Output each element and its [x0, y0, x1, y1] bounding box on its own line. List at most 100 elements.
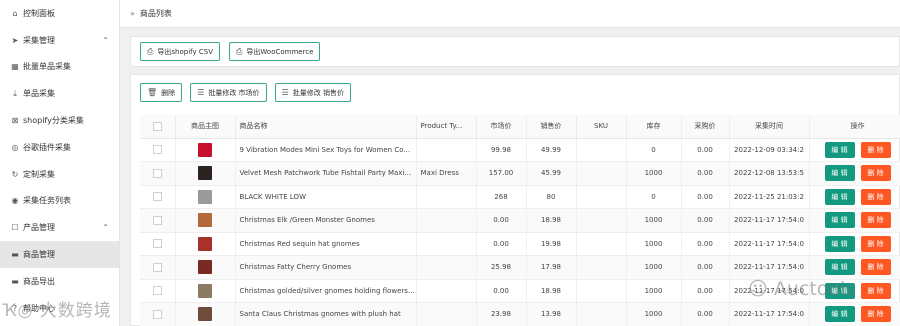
- edit-button[interactable]: 编 辑: [824, 306, 855, 323]
- page-title: 商品列表: [139, 9, 172, 18]
- puzzle-icon: ⊠: [11, 116, 19, 126]
- table-row: 9 Vibration Modes Mini Sex Toys for Wome…: [140, 138, 900, 162]
- row-checkbox[interactable]: [152, 286, 162, 296]
- market-price: 25.98: [476, 255, 527, 280]
- sidebar-item-product[interactable]: ☐ 产品管理 ⌃: [0, 214, 119, 241]
- cost-price: 0.00: [681, 138, 730, 162]
- select-all-checkbox[interactable]: [152, 121, 162, 131]
- row-select-cell[interactable]: [140, 161, 176, 186]
- row-select-cell[interactable]: [140, 302, 176, 326]
- row-select-cell[interactable]: [140, 255, 176, 280]
- sidebar-item-custom[interactable]: ↻ 定制采集: [0, 161, 119, 188]
- export-shopify-csv-button[interactable]: ⎙ 导出shopify CSV: [140, 42, 220, 61]
- product-name: Velvet Mesh Patchwork Tube Fishtail Part…: [235, 161, 417, 186]
- row-checkbox[interactable]: [152, 168, 162, 178]
- select-all-cell[interactable]: [140, 115, 176, 139]
- sidebar-item-help[interactable]: ? 帮助中心: [0, 295, 119, 322]
- edit-button[interactable]: 编 辑: [824, 259, 855, 276]
- row-checkbox[interactable]: [152, 192, 162, 202]
- batch-edit-sale-price-button[interactable]: ☰ 批量修改 销售价: [274, 83, 351, 102]
- product-thumbnail[interactable]: [198, 283, 212, 298]
- delete-button[interactable]: 🗑 删除: [140, 83, 183, 102]
- row-select-cell[interactable]: [140, 232, 176, 256]
- delete-label: 删除: [161, 88, 176, 97]
- table-row: Christmas Red sequin hat gnomes 0.00 19.98…: [140, 232, 900, 256]
- delete-row-button[interactable]: 删 除: [860, 188, 891, 205]
- stock: 0: [626, 138, 682, 162]
- column-header-market-price: 市场价: [476, 115, 527, 139]
- sidebar-item-download[interactable]: ⤓ 单品采集: [0, 80, 119, 107]
- product-image-cell: [175, 302, 236, 326]
- export-icon: ⎙: [236, 46, 243, 56]
- sidebar-item-send[interactable]: ➤ 采集管理 ⌃: [0, 27, 119, 54]
- stock: 1000: [626, 232, 682, 256]
- product-thumbnail[interactable]: [198, 236, 212, 251]
- row-select-cell[interactable]: [140, 208, 176, 233]
- sidebar-item-label: 单品采集: [23, 89, 55, 99]
- sidebar-item-chrome[interactable]: ◎ 谷歌插件采集: [0, 134, 119, 161]
- market-price: 23.98: [476, 302, 527, 326]
- product-name: BLACK WHITE LOW: [235, 185, 417, 209]
- product-thumbnail[interactable]: [198, 166, 212, 181]
- product-thumbnail[interactable]: [198, 307, 212, 322]
- sale-price: 18.98: [526, 208, 577, 233]
- product-thumbnail[interactable]: [198, 142, 212, 157]
- sidebar-item-box[interactable]: ▬ 商品管理: [0, 241, 119, 268]
- product-thumbnail[interactable]: [198, 213, 212, 228]
- product-type: [416, 208, 477, 233]
- sidebar-item-task[interactable]: ◉ 采集任务列表: [0, 188, 119, 215]
- table-row: BLACK WHITE LOW 268 80 0 0.00 2022-11-25 21:0…: [140, 185, 900, 209]
- row-actions-cell: 编 辑删 除: [809, 208, 900, 233]
- row-select-cell[interactable]: [140, 138, 176, 162]
- stock: 1000: [626, 161, 682, 186]
- sidebar-item-home[interactable]: ⌂ 控制面板: [0, 0, 119, 27]
- delete-row-button[interactable]: 删 除: [860, 212, 891, 229]
- product-thumbnail[interactable]: [198, 189, 212, 204]
- product-thumbnail[interactable]: [198, 260, 212, 275]
- column-header-product-type[interactable]: Product Ty...: [416, 115, 477, 139]
- cost-price: 0.00: [681, 255, 730, 280]
- edit-button[interactable]: 编 辑: [824, 235, 855, 252]
- export-woocommerce-button[interactable]: ⎙ 导出WooCommerce: [229, 42, 321, 61]
- delete-row-button[interactable]: 删 除: [860, 282, 891, 299]
- task-icon: ◉: [11, 196, 19, 206]
- market-price: 0.00: [476, 208, 527, 233]
- row-select-cell[interactable]: [140, 185, 176, 209]
- product-image-cell: [175, 279, 236, 303]
- edit-button[interactable]: 编 辑: [824, 165, 855, 182]
- sidebar-item-grid[interactable]: ▦ 批量单品采集: [0, 54, 119, 81]
- chrome-icon: ◎: [11, 142, 19, 152]
- delete-row-button[interactable]: 删 除: [860, 306, 891, 323]
- delete-row-button[interactable]: 删 除: [860, 259, 891, 276]
- edit-button[interactable]: 编 辑: [824, 282, 855, 299]
- sku: [576, 232, 627, 256]
- sku: [576, 208, 627, 233]
- edit-button[interactable]: 编 辑: [824, 212, 855, 229]
- sidebar-item-export[interactable]: ▬ 商品导出: [0, 268, 119, 295]
- sidebar-item-puzzle[interactable]: ⊠ shopify分类采集: [0, 107, 119, 134]
- home-icon: ⌂: [12, 8, 18, 18]
- sidebar: ⌂ 控制面板 ➤ 采集管理 ⌃ ▦ 批量单品采集 ⤓ 单品采集 ⊠ shopify分类采集 ◎ 谷歌插件…: [0, 0, 120, 326]
- export-icon: ⎙: [147, 46, 154, 56]
- sku: [576, 161, 627, 186]
- market-price: 157.00: [476, 161, 527, 186]
- row-checkbox[interactable]: [152, 309, 162, 319]
- batch-edit-market-price-label: 批量修改 市场价: [208, 88, 260, 97]
- delete-row-button[interactable]: 删 除: [860, 141, 891, 158]
- row-checkbox[interactable]: [152, 262, 162, 272]
- row-checkbox[interactable]: [152, 239, 162, 249]
- grid-icon: ▦: [11, 62, 19, 72]
- row-select-cell[interactable]: [140, 279, 176, 303]
- row-checkbox[interactable]: [152, 215, 162, 225]
- edit-button[interactable]: 编 辑: [824, 141, 855, 158]
- delete-row-button[interactable]: 删 除: [860, 235, 891, 252]
- batch-edit-market-price-button[interactable]: ☰ 批量修改 市场价: [190, 83, 267, 102]
- column-header-time: 采集时间: [729, 115, 810, 139]
- table-row: Santa Claus Christmas gnomes with plush …: [140, 302, 900, 326]
- bulk-actions: 🗑 删除 ☰ 批量修改 市场价 ☰ 批量修改 销售价: [140, 83, 351, 102]
- delete-row-button[interactable]: 删 除: [860, 165, 891, 182]
- product-image-cell: [175, 255, 236, 280]
- edit-button[interactable]: 编 辑: [824, 188, 855, 205]
- table-row: Christmas Elk /Green Monster Gnomes 0.00 1…: [140, 208, 900, 233]
- row-checkbox[interactable]: [152, 145, 162, 155]
